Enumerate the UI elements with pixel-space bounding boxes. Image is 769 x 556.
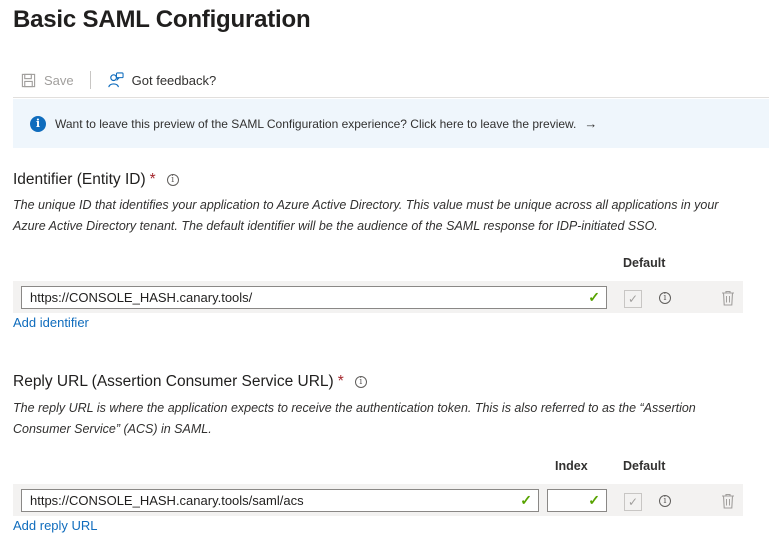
add-reply-url-link[interactable]: Add reply URL xyxy=(13,518,98,533)
preview-banner[interactable]: i Want to leave this preview of the SAML… xyxy=(13,99,769,148)
reply-url-row: https://CONSOLE_HASH.canary.tools/saml/a… xyxy=(13,484,743,516)
reply-url-value: https://CONSOLE_HASH.canary.tools/saml/a… xyxy=(30,493,304,508)
info-icon[interactable]: i xyxy=(659,292,671,304)
identifier-label-text: Identifier (Entity ID) xyxy=(13,171,146,188)
feedback-button[interactable]: Got feedback? xyxy=(99,66,225,94)
identifier-input[interactable]: https://CONSOLE_HASH.canary.tools/ ✓ xyxy=(21,286,607,309)
required-marker: * xyxy=(337,373,344,390)
toolbar-divider-line xyxy=(13,97,769,98)
index-column-header: Index xyxy=(555,459,588,473)
info-icon: i xyxy=(30,115,46,132)
checkmark-icon: ✓ xyxy=(588,289,600,305)
trash-icon[interactable] xyxy=(721,290,735,306)
default-checkbox[interactable]: ✓ xyxy=(624,493,642,511)
index-input[interactable]: ✓ xyxy=(547,489,607,512)
reply-url-input[interactable]: https://CONSOLE_HASH.canary.tools/saml/a… xyxy=(21,489,539,512)
required-marker: * xyxy=(149,171,156,188)
reply-url-description: The reply URL is where the application e… xyxy=(13,401,696,436)
add-identifier-link[interactable]: Add identifier xyxy=(13,315,89,330)
save-button[interactable]: Save xyxy=(13,66,82,94)
identifier-value: https://CONSOLE_HASH.canary.tools/ xyxy=(30,290,253,305)
default-column-header: Default xyxy=(623,459,666,473)
page-title: Basic SAML Configuration xyxy=(13,6,311,33)
reply-url-label: Reply URL (Assertion Consumer Service UR… xyxy=(13,373,367,391)
info-icon[interactable]: i xyxy=(659,495,671,507)
identifier-row: https://CONSOLE_HASH.canary.tools/ ✓ ✓ i xyxy=(13,281,743,313)
identifier-label: Identifier (Entity ID) * i xyxy=(13,171,179,189)
reply-url-label-text: Reply URL (Assertion Consumer Service UR… xyxy=(13,373,334,390)
default-checkbox[interactable]: ✓ xyxy=(624,290,642,308)
identifier-description: The unique ID that identifies your appli… xyxy=(13,198,719,233)
checkmark-icon: ✓ xyxy=(520,492,532,508)
feedback-icon xyxy=(107,71,124,87)
feedback-label: Got feedback? xyxy=(131,72,217,88)
save-icon xyxy=(21,73,36,87)
info-icon[interactable]: i xyxy=(166,174,179,186)
trash-icon[interactable] xyxy=(721,493,735,509)
command-bar: Save Got feedback? xyxy=(13,66,224,94)
default-column-header: Default xyxy=(623,256,666,270)
save-label: Save xyxy=(44,72,74,88)
checkmark-icon: ✓ xyxy=(588,492,600,508)
toolbar-divider xyxy=(89,71,91,89)
arrow-right-icon: → xyxy=(584,116,598,131)
banner-text: Want to leave this preview of the SAML C… xyxy=(55,116,577,131)
info-icon[interactable]: i xyxy=(354,376,367,388)
